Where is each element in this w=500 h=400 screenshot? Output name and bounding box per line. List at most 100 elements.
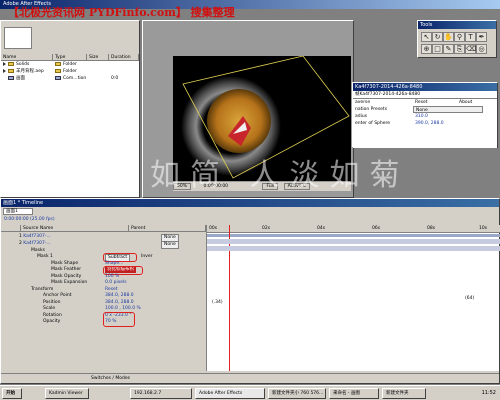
- expand-triangle-icon[interactable]: [3, 61, 6, 66]
- project-item[interactable]: 画面 Com...tion 0:0: [1, 75, 139, 82]
- top-watermark: 【北极光资讯网 PYDFinfo.com】 搜集整理: [8, 6, 235, 19]
- project-item[interactable]: 羊月背程.aep Folder: [1, 68, 139, 75]
- timeline-footer: Switches / Modes: [1, 373, 499, 382]
- project-item-name: Solids: [16, 62, 30, 67]
- effect-label: nation Presets: [355, 107, 388, 112]
- effect-label: adius: [355, 114, 368, 119]
- timeline-timecode[interactable]: 0:00:00:00 (25.00 fps): [4, 217, 55, 222]
- effects-title: Ka4f7307-2014-426a-8480: [353, 83, 497, 91]
- highlight-rotation-opacity: [103, 312, 135, 327]
- ruler-tick: 00s: [209, 226, 218, 231]
- col-source-name[interactable]: Source Name: [21, 225, 129, 231]
- ruler-tick: 08s: [427, 226, 436, 231]
- reset-button[interactable]: Reset: [413, 99, 457, 106]
- layer-parent[interactable]: None: [161, 241, 179, 250]
- layer-row[interactable]: 2 Ka4f7307-...: [19, 241, 51, 247]
- taskbar-item[interactable]: 192.168.2.7: [130, 388, 192, 399]
- orbit-tool-icon[interactable]: ◎: [476, 44, 487, 54]
- taskbar-item[interactable]: Kadmin Viewer: [45, 388, 89, 399]
- selection-tool-icon[interactable]: ↖: [421, 32, 432, 42]
- prop-mask-feather[interactable]: Mask Feather: [51, 267, 81, 273]
- rotation-tool-icon[interactable]: ↻: [432, 32, 443, 42]
- effect-row[interactable]: averse Reset About: [353, 99, 497, 106]
- hand-tool-icon[interactable]: ✋: [443, 32, 454, 42]
- timeline-window: 画面1 * Timeline 画面1 0:00:00:00 (25.00 fps…: [0, 198, 500, 384]
- prop-mask-1[interactable]: Mask 1: [37, 254, 53, 260]
- tools-panel: Tools ↖ ↻ ✋ ⚲ T ✒ ⊕ □ ✎ ⎘ ⌫ ◎: [417, 20, 497, 58]
- col-name[interactable]: Name: [1, 54, 53, 60]
- folder-icon: [8, 61, 14, 66]
- ruler-tick: 10s: [479, 226, 488, 231]
- taskbar-item[interactable]: 来命名 - 画图: [329, 388, 379, 399]
- col-type[interactable]: Type: [53, 54, 87, 60]
- folder-icon: [8, 68, 14, 73]
- effect-row[interactable]: enter of Sphere 390.0, 288.0: [353, 120, 497, 127]
- layer-bar: [207, 239, 500, 244]
- layer-name: Ka4f7307-...: [23, 241, 51, 246]
- ruler-tick: 06s: [372, 226, 381, 231]
- prop-scale[interactable]: Scale: [43, 306, 55, 312]
- prop-mask-expansion[interactable]: Mask Expansion: [51, 280, 87, 286]
- mask-expansion-value[interactable]: 0.0 pixels: [105, 280, 127, 286]
- time-ruler[interactable]: 00s 02s 04s 06s 08s 10s: [207, 225, 500, 233]
- sphere-center-value[interactable]: 390.0, 288.0: [413, 120, 483, 127]
- project-item-type: Folder: [63, 62, 77, 67]
- col-duration[interactable]: Duration: [109, 54, 139, 60]
- composition-icon: [8, 75, 14, 80]
- mask-tool-icon[interactable]: □: [432, 44, 443, 54]
- about-button[interactable]: About: [457, 99, 493, 106]
- composition-icon: [55, 75, 61, 80]
- animation-presets-select[interactable]: None: [413, 106, 483, 113]
- ruler-tick: 02s: [262, 226, 271, 231]
- effects-subtitle: 帧Ka4f7307-2014-426a-8480: [353, 91, 497, 99]
- time-graph[interactable]: 00s 02s 04s 06s 08s 10s (.34) (64): [206, 225, 500, 371]
- taskbar-item[interactable]: Adobe After Effects: [195, 388, 265, 399]
- pan-behind-tool-icon[interactable]: ⊕: [421, 44, 432, 54]
- system-clock: 11:52: [481, 390, 496, 396]
- prop-anchor-point[interactable]: Anchor Point: [43, 293, 71, 299]
- taskbar-item[interactable]: 新建文件夹: [382, 388, 426, 399]
- timeline-title: 画面1 * Timeline: [1, 199, 499, 207]
- layer-name: Ka4f7307-...: [23, 234, 51, 239]
- start-button[interactable]: 开始: [2, 388, 22, 399]
- project-item-duration: 0:0: [111, 76, 119, 81]
- expand-triangle-icon[interactable]: [3, 68, 6, 73]
- brush-tool-icon[interactable]: ✎: [443, 44, 454, 54]
- timeline-tab[interactable]: 画面1: [3, 208, 33, 215]
- anchor-point-value[interactable]: 384.0, 288.0: [105, 293, 134, 299]
- col-switches: [1, 225, 21, 231]
- text-tool-icon[interactable]: T: [465, 32, 476, 42]
- effect-controls-panel: Ka4f7307-2014-426a-8480 帧Ka4f7307-2014-4…: [352, 82, 498, 148]
- taskbar: 开始 Kadmin Viewer 192.168.2.7 Adobe After…: [0, 385, 500, 400]
- tools-title: Tools: [418, 21, 496, 29]
- mask-inverted-checkbox[interactable]: Inver: [141, 254, 152, 260]
- work-area-bar[interactable]: [207, 234, 500, 237]
- col-parent[interactable]: Parent: [129, 225, 206, 231]
- col-size[interactable]: Size: [87, 54, 109, 60]
- layer-row[interactable]: 1 Ka4f7307-...: [19, 234, 51, 240]
- effect-row[interactable]: nation Presets None: [353, 106, 497, 113]
- taskbar-item[interactable]: 新建文件夹小 760 576...: [268, 388, 326, 399]
- radius-value[interactable]: 310.0: [413, 113, 473, 120]
- project-columns: Name Type Size Duration: [1, 54, 139, 61]
- keyframe-right[interactable]: (64): [465, 296, 474, 302]
- pen-tool-icon[interactable]: ✒: [476, 32, 487, 42]
- folder-icon: [55, 61, 61, 66]
- eraser-tool-icon[interactable]: ⌫: [465, 44, 476, 54]
- overlay-watermark: 心素如简 人淡如菊: [70, 158, 410, 193]
- effect-row[interactable]: adius 310.0: [353, 113, 497, 120]
- zoom-tool-icon[interactable]: ⚲: [454, 32, 465, 42]
- layer-bar: [207, 246, 500, 251]
- folder-icon: [55, 68, 61, 73]
- timeline-columns: Source Name Parent: [1, 225, 206, 232]
- project-thumbnail: [4, 27, 32, 49]
- project-item-type: Folder: [63, 69, 77, 74]
- keyframe-left[interactable]: (.34): [212, 300, 223, 306]
- switches-modes-toggle[interactable]: Switches / Modes: [91, 374, 130, 383]
- ruler-tick: 04s: [317, 226, 326, 231]
- project-item-name: 羊月背程.aep: [16, 69, 44, 74]
- project-item-type: Com...tion: [63, 76, 87, 81]
- prop-opacity[interactable]: Opacity: [43, 319, 60, 325]
- project-item[interactable]: Solids Folder: [1, 61, 139, 68]
- clone-tool-icon[interactable]: ⎘: [454, 44, 465, 54]
